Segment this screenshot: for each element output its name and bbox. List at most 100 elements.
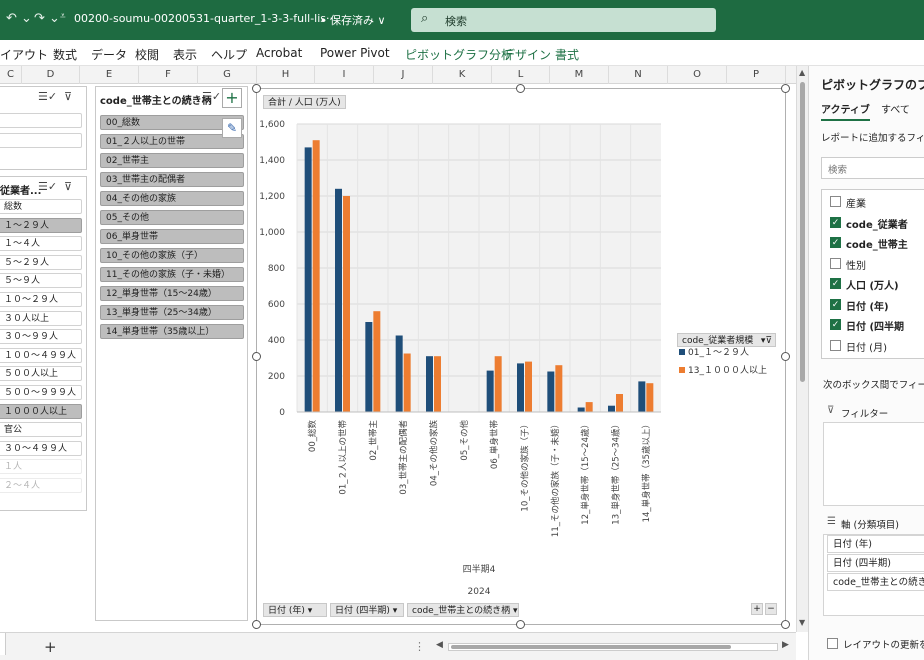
slicer-item[interactable]: 官公 bbox=[0, 422, 82, 438]
bar-series1[interactable] bbox=[365, 322, 373, 412]
customize-toolbar-icon[interactable]: ⩡ bbox=[60, 11, 66, 22]
expand-field-icon[interactable]: + bbox=[751, 603, 763, 615]
field-list[interactable]: 産業 ✓ code_従業者 ✓ code_世帯主 性別 ✓ 人口 (万人) ✓ 日付 (年) ✓ 日付… bbox=[821, 189, 924, 359]
legend-field-button[interactable]: code_従業者規模 ▾⊽ bbox=[677, 333, 776, 347]
multi-select-icon[interactable]: ☰✓ bbox=[38, 180, 57, 193]
slicer-item[interactable]: ２～４人 bbox=[0, 478, 82, 493]
column-header[interactable]: F bbox=[139, 66, 198, 84]
column-header[interactable]: J bbox=[374, 66, 433, 84]
slicer-item[interactable]: ５～２９人 bbox=[0, 254, 82, 270]
bar-series2[interactable] bbox=[646, 383, 654, 412]
field-label[interactable]: code_従業者 bbox=[846, 216, 908, 231]
tab-view[interactable]: 表示 bbox=[173, 46, 197, 63]
field-search-input[interactable]: 検索 bbox=[821, 157, 924, 179]
field-checkbox[interactable] bbox=[830, 196, 841, 207]
slicer-item[interactable]: 14_単身世帯（35歳以上） bbox=[100, 324, 244, 339]
vertical-scrollbar[interactable]: ▲ ▼ bbox=[796, 66, 808, 632]
slicer-item[interactable]: １０００人以上 bbox=[0, 403, 82, 419]
resize-handle[interactable] bbox=[781, 352, 790, 361]
column-header[interactable]: O bbox=[668, 66, 727, 84]
scroll-down-icon[interactable]: ▼ bbox=[799, 618, 805, 627]
slicer-item[interactable]: １人 bbox=[0, 459, 82, 475]
resize-handle[interactable] bbox=[252, 352, 261, 361]
bar-series1[interactable] bbox=[577, 407, 585, 413]
column-header[interactable]: E bbox=[80, 66, 139, 84]
slicer-item[interactable]: 11_その他の家族（子・未婚） bbox=[100, 267, 244, 282]
tab-acrobat[interactable]: Acrobat bbox=[256, 46, 302, 60]
field-label[interactable]: 日付 (四半期 bbox=[846, 318, 904, 333]
resize-handle[interactable] bbox=[781, 84, 790, 93]
slicer-item[interactable]: ３０人以上 bbox=[0, 310, 82, 326]
axis-field-button[interactable]: code_世帯主との続き柄 ▾ bbox=[407, 603, 519, 617]
bar-series1[interactable] bbox=[426, 356, 433, 412]
resize-handle[interactable] bbox=[252, 84, 261, 93]
column-header[interactable]: M bbox=[550, 66, 609, 84]
field-checkbox[interactable] bbox=[830, 257, 841, 269]
slicer-item[interactable]: ５００～９９９人 bbox=[0, 385, 82, 400]
slicer-item[interactable]: 総数 bbox=[0, 199, 82, 214]
tab-help[interactable]: ヘルプ bbox=[211, 46, 247, 63]
tab-format[interactable]: 書式 bbox=[555, 46, 579, 63]
column-header[interactable]: K bbox=[433, 66, 492, 84]
tab-split-handle[interactable]: ⋮ bbox=[414, 640, 425, 653]
multi-select-icon[interactable]: ☰✓ bbox=[38, 90, 57, 103]
axis-zone-item[interactable]: 日付 (年) bbox=[827, 535, 924, 553]
save-status[interactable]: • 保存済み ∨ bbox=[320, 12, 386, 28]
column-header[interactable]: G bbox=[198, 66, 257, 84]
column-header[interactable]: P bbox=[727, 66, 786, 84]
field-checkbox[interactable] bbox=[830, 339, 841, 351]
resize-handle[interactable] bbox=[781, 620, 790, 629]
scroll-left-icon[interactable]: ◀ bbox=[436, 640, 443, 650]
tab-design[interactable]: デザイン bbox=[503, 46, 551, 63]
horizontal-scrollbar[interactable] bbox=[448, 643, 778, 651]
slicer-employee-size[interactable]: 従業者... ☰✓ ⊽ 総数 １～２９人 １～４人 ５～２９人 ５～９人 １０～２９人 ３０… bbox=[0, 176, 87, 511]
slicer-item[interactable]: １００～４９９人 bbox=[0, 347, 82, 363]
tab-data[interactable]: データ bbox=[91, 46, 127, 63]
bar-series1[interactable] bbox=[304, 147, 312, 412]
slicer-item[interactable]: ３０～４９９人 bbox=[0, 440, 82, 456]
tab-formulas[interactable]: 数式 bbox=[53, 46, 77, 63]
field-checkbox[interactable]: ✓ bbox=[830, 237, 841, 248]
slicer-item[interactable]: ５００人以上 bbox=[0, 366, 82, 382]
field-label[interactable]: 人口 (万人) bbox=[846, 277, 899, 292]
tab-pivotchart-analyze[interactable]: ピボットグラフ分析 bbox=[405, 46, 513, 63]
resize-handle[interactable] bbox=[252, 620, 261, 629]
slicer-item[interactable]: ５～９人 bbox=[0, 273, 82, 289]
bar-series2[interactable] bbox=[312, 140, 320, 412]
column-header[interactable]: H bbox=[257, 66, 315, 84]
scroll-up-icon[interactable]: ▲ bbox=[799, 68, 805, 77]
field-checkbox[interactable]: ✓ bbox=[830, 319, 841, 330]
slicer-item[interactable]: 12_単身世帯（15～24歳） bbox=[100, 286, 244, 301]
scrollbar-thumb[interactable] bbox=[451, 645, 731, 649]
bar-series1[interactable] bbox=[547, 371, 555, 413]
undo-icon[interactable]: ↶ ⌄ bbox=[6, 11, 32, 26]
field-label[interactable]: 産業 bbox=[846, 195, 866, 210]
resize-handle[interactable] bbox=[516, 620, 525, 629]
bar-series2[interactable] bbox=[525, 361, 532, 412]
column-header[interactable]: L bbox=[492, 66, 550, 84]
add-sheet-button[interactable]: + bbox=[44, 638, 57, 656]
slicer-item[interactable]: １～２９人 bbox=[0, 217, 82, 233]
legend-label[interactable]: 01_１～２９人 bbox=[688, 347, 749, 358]
column-header[interactable]: C bbox=[0, 66, 22, 84]
defer-update-checkbox[interactable] bbox=[827, 638, 838, 649]
bar-series1[interactable] bbox=[395, 335, 403, 413]
tab-power-pivot[interactable]: Power Pivot bbox=[320, 46, 390, 60]
redo-icon[interactable]: ↷ ⌄ bbox=[34, 11, 60, 26]
bar-series2[interactable] bbox=[403, 353, 411, 413]
bar-series2[interactable] bbox=[373, 311, 381, 412]
tab-layout[interactable]: イアウト bbox=[0, 46, 48, 63]
tab-all[interactable]: すべて bbox=[881, 101, 910, 116]
slicer-top-left[interactable]: ☰✓ ⊽ bbox=[0, 86, 87, 170]
slicer-item[interactable]: １～４人 bbox=[0, 236, 82, 252]
chart-styles-button[interactable]: ✎ bbox=[222, 118, 242, 138]
axis-zone-item[interactable]: 日付 (四半期) bbox=[827, 554, 924, 572]
chart-elements-button[interactable]: + bbox=[222, 88, 242, 108]
field-label[interactable]: 日付 (年) bbox=[846, 298, 889, 313]
bar-series2[interactable] bbox=[434, 356, 441, 412]
bar-series1[interactable] bbox=[608, 405, 615, 412]
scrollbar-thumb[interactable] bbox=[800, 82, 805, 382]
tab-active[interactable]: アクティブ bbox=[821, 101, 870, 121]
bar-series2[interactable] bbox=[585, 402, 593, 412]
multi-select-icon[interactable]: ☰✓ bbox=[202, 90, 221, 103]
